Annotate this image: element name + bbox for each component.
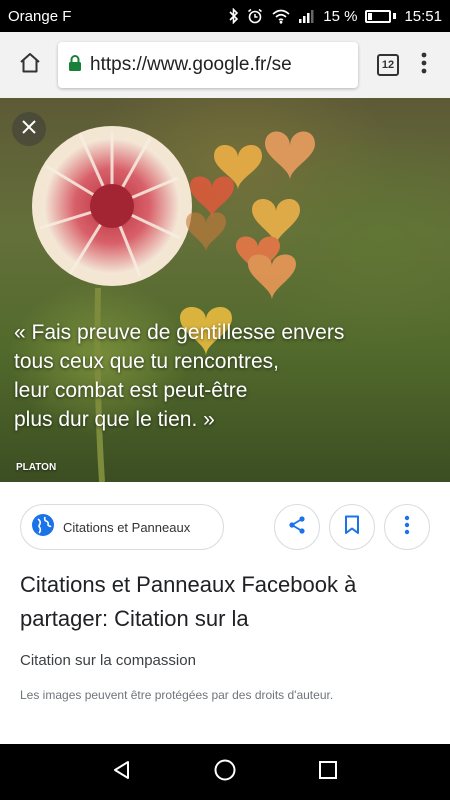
share-button[interactable] [274, 504, 320, 550]
share-icon [287, 515, 307, 540]
back-button[interactable] [102, 752, 142, 792]
globe-icon [31, 513, 55, 542]
source-name: Citations et Panneaux [63, 519, 191, 535]
alarm-icon [247, 8, 263, 24]
carrier-name: Orange F [8, 7, 72, 25]
quote-line: plus dur que le tien. » [14, 408, 215, 431]
tab-switcher-button[interactable]: 12 [368, 45, 408, 85]
bluetooth-icon [229, 8, 239, 24]
quote-line: tous ceux que tu rencontres, [14, 350, 279, 373]
battery-icon [365, 9, 397, 23]
clock: 15:51 [404, 7, 442, 25]
address-bar[interactable]: https://www.google.fr/se [58, 42, 358, 88]
result-subtitle: Citation sur la compassion [20, 652, 196, 669]
quote-line: « Fais preuve de gentillesse envers [14, 321, 345, 344]
save-button[interactable] [329, 504, 375, 550]
recents-square-icon [318, 760, 338, 785]
source-chip[interactable]: Citations et Panneaux [20, 504, 224, 550]
more-vert-icon [404, 515, 410, 540]
browser-toolbar: https://www.google.fr/se 12 [0, 32, 450, 98]
close-icon [22, 119, 36, 139]
quote-author: PLATON [16, 462, 57, 473]
status-icons: 15 % 15:51 [229, 8, 442, 25]
signal-icon [299, 9, 315, 23]
quote-text: « Fais preuve de gentillesse envers tous… [14, 318, 434, 434]
home-nav-button[interactable] [205, 752, 245, 792]
recents-button[interactable] [308, 752, 348, 792]
battery-percent: 15 % [323, 7, 358, 25]
copyright-notice: Les images peuvent être protégées par de… [20, 688, 334, 702]
result-title[interactable]: Citations et Panneaux Facebook à partage… [20, 568, 430, 636]
bookmark-icon [344, 515, 360, 540]
system-nav-bar [0, 744, 450, 800]
quote-line: leur combat est peut-être [14, 379, 248, 402]
home-icon [18, 51, 42, 80]
status-bar: Orange F 15 % 15:51 [0, 0, 450, 32]
home-circle-icon [213, 758, 237, 787]
more-options-button[interactable] [384, 504, 430, 550]
tab-count: 12 [377, 54, 399, 76]
home-button[interactable] [10, 45, 50, 85]
more-vert-icon [421, 52, 427, 79]
lock-icon [68, 54, 82, 77]
browser-menu-button[interactable] [408, 45, 440, 85]
back-triangle-icon [111, 759, 133, 786]
url-text: https://www.google.fr/se [90, 54, 292, 75]
wifi-icon [271, 8, 291, 24]
image-info-panel: Citations et Panneaux Citations et Panne… [0, 482, 450, 744]
close-button[interactable] [12, 112, 46, 146]
quote-image[interactable]: « Fais preuve de gentillesse envers tous… [0, 98, 450, 482]
